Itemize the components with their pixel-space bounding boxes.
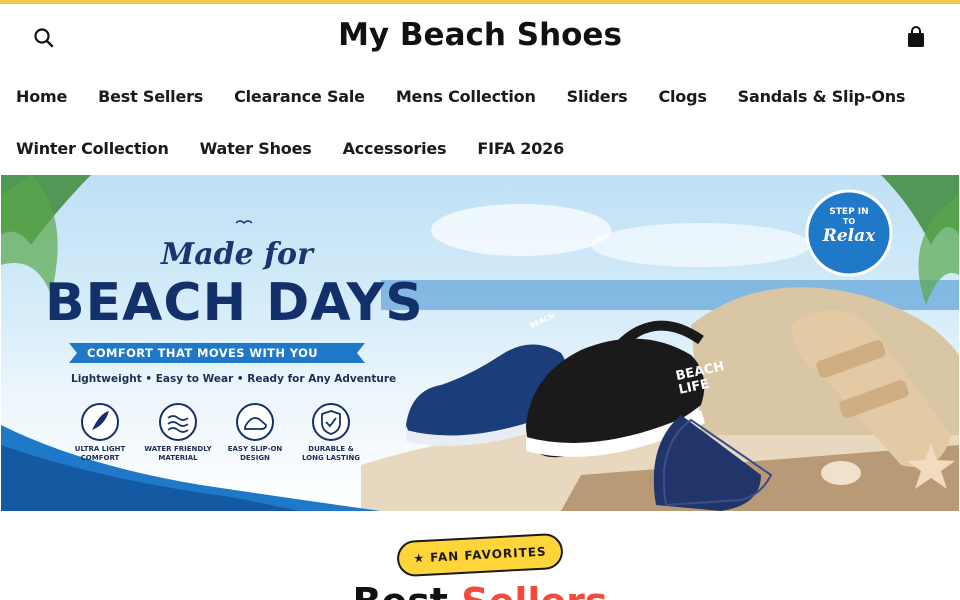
feature-durable: DURABLE & LONG LASTING (301, 445, 361, 462)
site-logo[interactable]: My Beach Shoes (0, 17, 960, 53)
nav-item-clogs[interactable]: Clogs (658, 87, 706, 106)
badge-label: FAN FAVORITES (429, 544, 547, 565)
site-header: My Beach Shoes (0, 4, 960, 70)
stamp-badge: STEP IN TO Relax (822, 207, 876, 246)
nav-item-fifa-2026[interactable]: FIFA 2026 (477, 139, 564, 158)
section-title: Best Sellers (0, 580, 960, 600)
nav-item-water-shoes[interactable]: Water Shoes (200, 139, 312, 158)
nav-item-sliders[interactable]: Sliders (567, 87, 628, 106)
section-title-part1: Best (352, 580, 448, 600)
nav-item-winter-collection[interactable]: Winter Collection (16, 139, 169, 158)
main-navigation: Home Best Sellers Clearance Sale Mens Co… (0, 70, 960, 174)
feature-ultra-light: ULTRA LIGHT COMFORT (74, 445, 126, 462)
nav-item-clearance-sale[interactable]: Clearance Sale (234, 87, 365, 106)
nav-item-sandals-slip-ons[interactable]: Sandals & Slip-Ons (738, 87, 906, 106)
hero-main-title: BEACH DAYS (45, 273, 424, 333)
hero-banner[interactable]: Made for BEACH DAYS COMFORT THAT MOVES W… (1, 175, 959, 511)
nav-item-mens-collection[interactable]: Mens Collection (396, 87, 536, 106)
star-icon: ★ (413, 550, 425, 566)
hero-tagline: Lightweight • Easy to Wear • Ready for A… (71, 373, 397, 385)
feature-water-friendly: WATER FRIENDLY MATERIAL (144, 445, 212, 462)
shopping-bag-icon[interactable] (904, 25, 928, 51)
hero-ribbon-text: COMFORT THAT MOVES WITH YOU (87, 346, 319, 360)
nav-row-1: Home Best Sellers Clearance Sale Mens Co… (16, 70, 936, 122)
section-title-part2: Sellers (461, 580, 607, 600)
hero-script-title: Made for (161, 237, 313, 272)
nav-row-2: Winter Collection Water Shoes Accessorie… (16, 122, 595, 174)
nav-item-home[interactable]: Home (16, 87, 67, 106)
nav-item-best-sellers[interactable]: Best Sellers (98, 87, 203, 106)
fan-favorites-badge: ★ FAN FAVORITES (396, 532, 564, 578)
feature-easy-slip-on: EASY SLIP-ON DESIGN (227, 445, 283, 462)
nav-item-accessories[interactable]: Accessories (343, 139, 447, 158)
